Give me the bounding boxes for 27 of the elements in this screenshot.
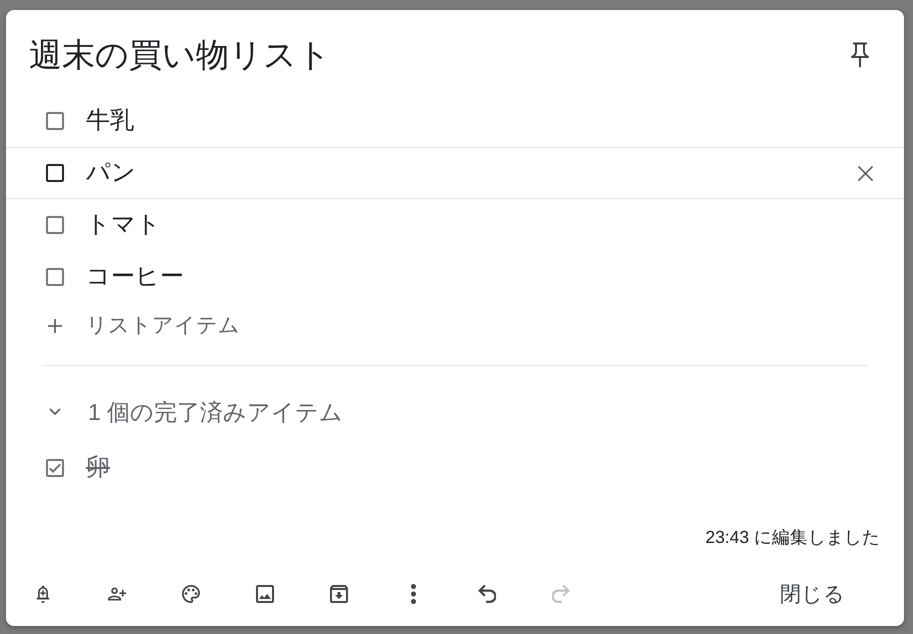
list-item-text[interactable]: トマト bbox=[86, 210, 161, 240]
list-item-text[interactable]: コーヒー bbox=[86, 262, 184, 292]
checkbox[interactable] bbox=[46, 112, 64, 130]
person-add-icon bbox=[108, 585, 126, 603]
list-item-text[interactable]: パン bbox=[86, 158, 136, 188]
checkbox[interactable] bbox=[46, 216, 64, 234]
archive-icon bbox=[330, 585, 348, 603]
close-icon bbox=[858, 166, 872, 180]
more-icon bbox=[410, 584, 416, 604]
add-item-field[interactable]: リストアイテム bbox=[86, 312, 386, 340]
bell-plus-icon bbox=[34, 585, 52, 603]
checkbox[interactable] bbox=[46, 459, 64, 477]
edited-time-label: 23:43 に編集しました bbox=[705, 527, 880, 547]
palette-icon bbox=[182, 585, 200, 603]
list-item-text[interactable]: 卵 bbox=[86, 454, 110, 482]
note-title[interactable]: 週末の買い物リスト bbox=[29, 34, 331, 74]
list-item-text[interactable]: 牛乳 bbox=[86, 106, 134, 136]
image-icon bbox=[256, 585, 274, 603]
chevron-icon[interactable] bbox=[49, 408, 61, 416]
checkbox[interactable] bbox=[46, 268, 64, 286]
undo-icon bbox=[478, 585, 496, 603]
checkbox[interactable] bbox=[46, 164, 64, 182]
pin-icon bbox=[850, 42, 870, 68]
plus-icon bbox=[48, 319, 62, 333]
close-button[interactable]: 閉じる bbox=[756, 572, 869, 616]
completed-label[interactable]: 1 個の完了済みアイテム bbox=[88, 396, 344, 428]
redo-icon bbox=[552, 585, 570, 603]
